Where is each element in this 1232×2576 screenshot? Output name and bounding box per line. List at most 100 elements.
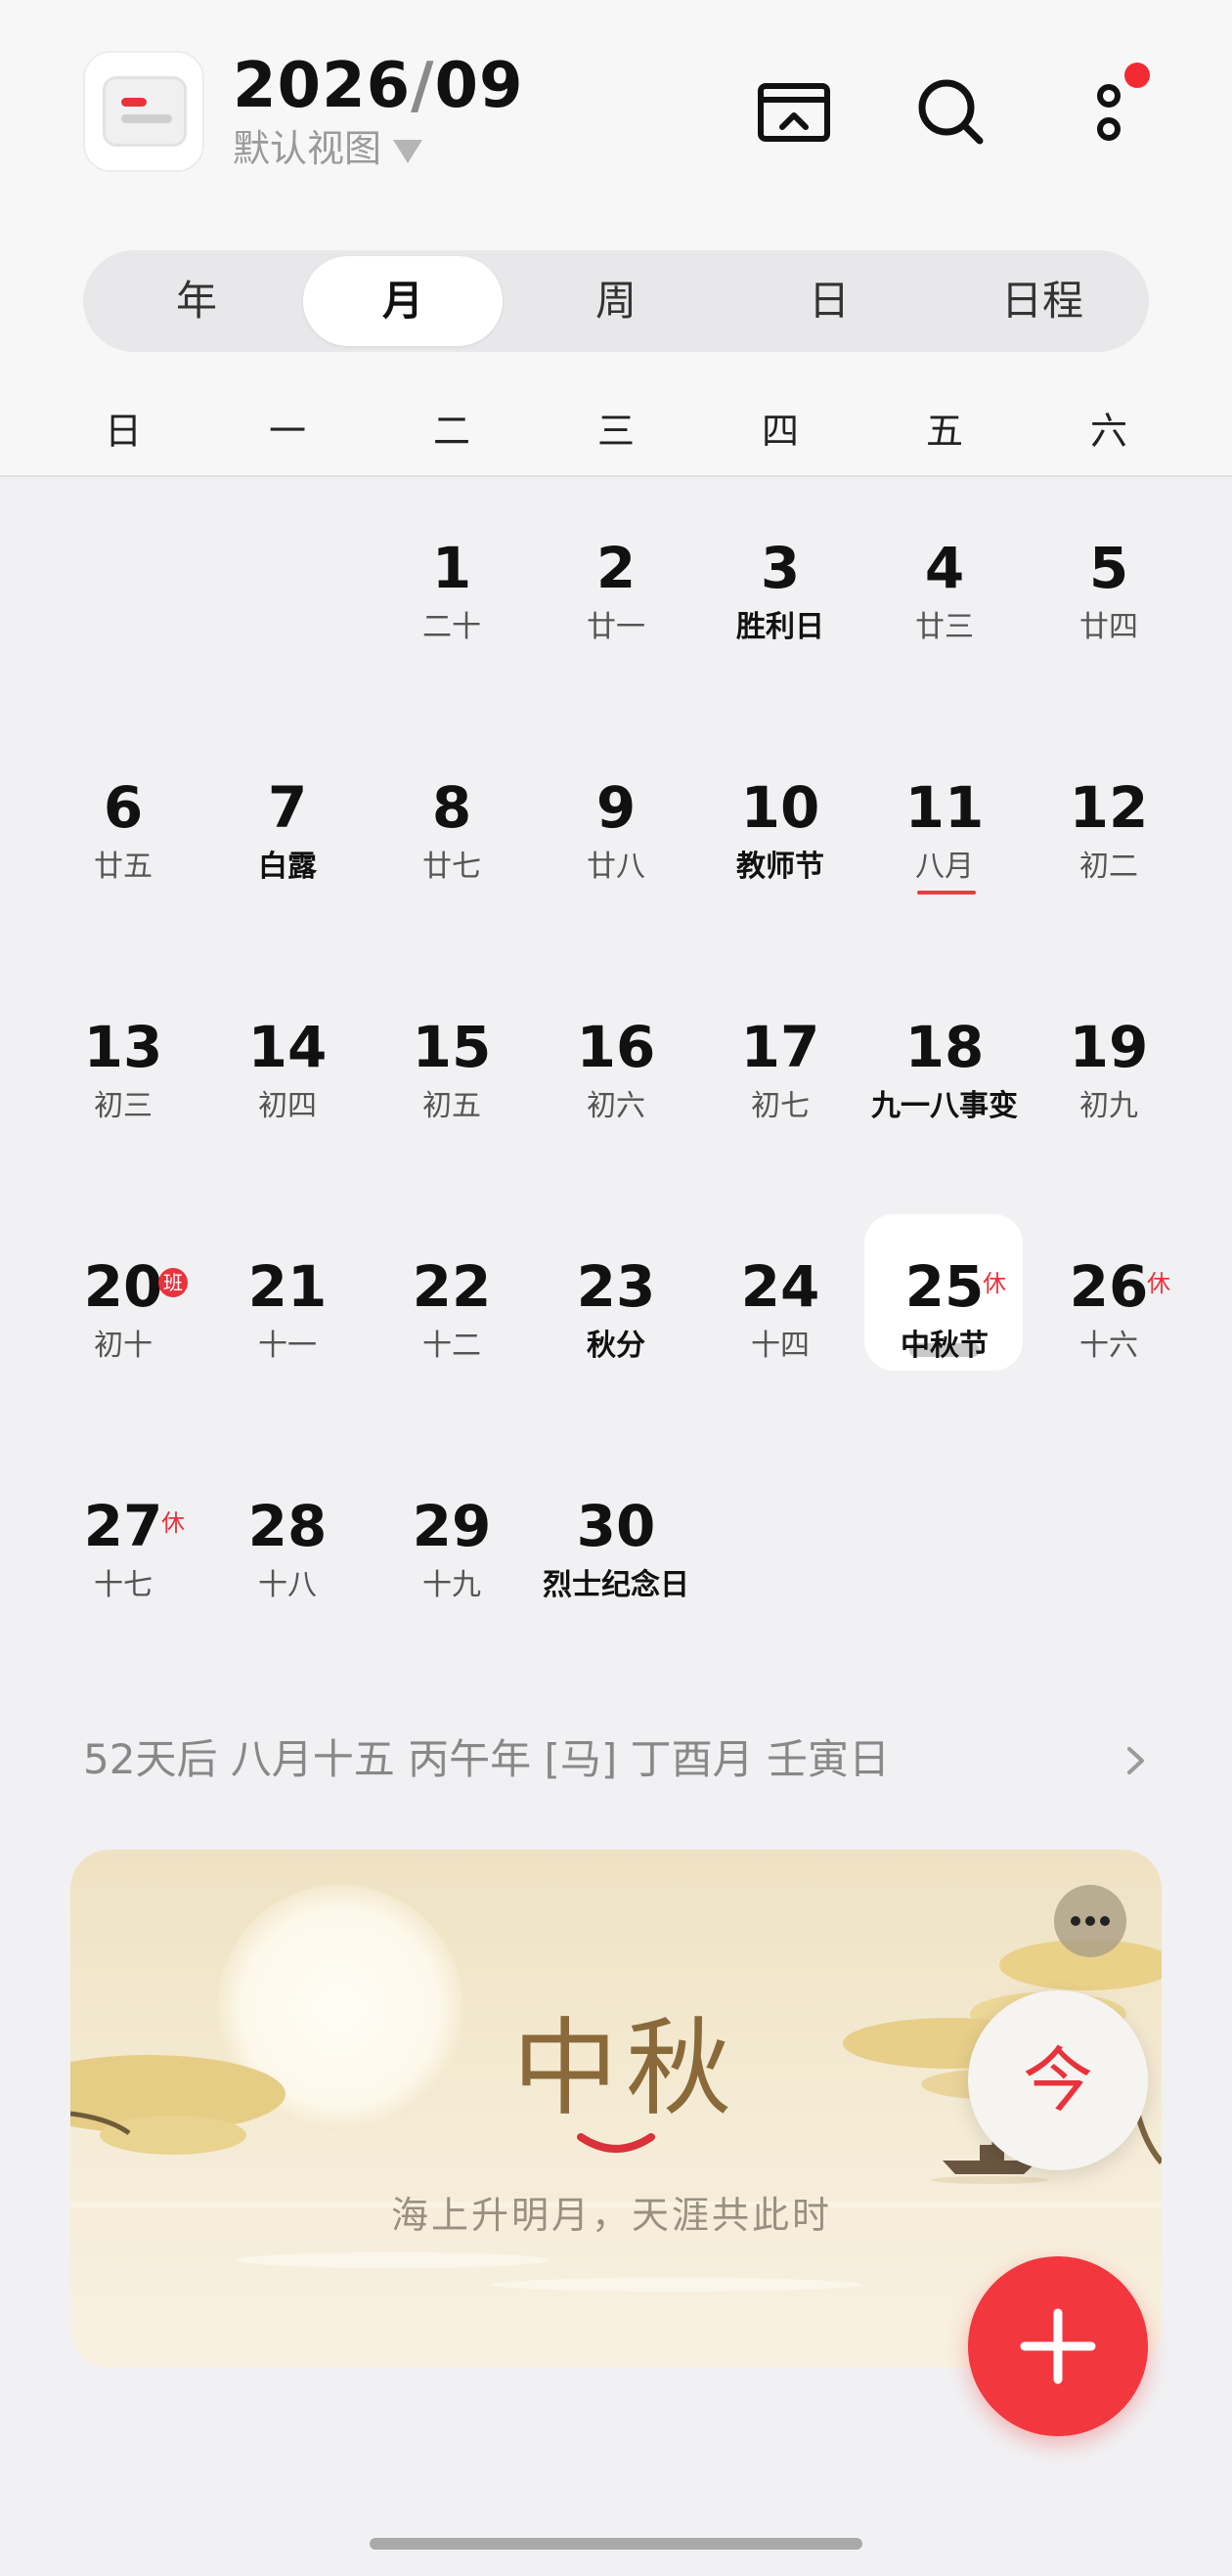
lunar-date: 十一 bbox=[258, 1329, 317, 1363]
lunar-date: 廿四 bbox=[1079, 610, 1138, 644]
rest-day-badge: 休 bbox=[161, 1509, 185, 1537]
day-cell[interactable]: 16 初六 bbox=[534, 974, 698, 1169]
day-cell[interactable]: 11 八月 bbox=[862, 734, 1027, 930]
lunar-date: 初九 bbox=[1079, 1089, 1138, 1123]
lunar-date: 初四 bbox=[258, 1089, 317, 1123]
lunar-date: 十七 bbox=[94, 1568, 153, 1602]
day-cell[interactable]: 2 廿一 bbox=[534, 495, 698, 690]
day-number: 7 bbox=[267, 774, 308, 841]
day-number: 2 bbox=[595, 535, 637, 601]
day-number: 21 bbox=[247, 1253, 328, 1320]
day-cell[interactable]: 10 教师节 bbox=[698, 734, 862, 930]
view-selector-label: 默认视图 bbox=[233, 127, 382, 170]
day-cell[interactable]: 20 初十班 bbox=[41, 1213, 205, 1409]
lunar-date: 廿五 bbox=[94, 850, 153, 884]
day-number: 13 bbox=[83, 1014, 163, 1080]
lunar-date: 廿三 bbox=[915, 610, 974, 644]
day-number: 8 bbox=[431, 774, 472, 841]
festival-label: 白露 bbox=[258, 850, 317, 884]
day-cell[interactable]: 29 十九 bbox=[370, 1453, 534, 1648]
day-cell[interactable]: 28 十八 bbox=[205, 1453, 370, 1648]
day-cell[interactable]: 1 二十 bbox=[370, 495, 534, 690]
app-logo-card bbox=[103, 76, 187, 147]
day-number: 30 bbox=[576, 1493, 656, 1559]
day-cell[interactable]: 14 初四 bbox=[205, 974, 370, 1169]
day-cell[interactable]: 5 廿四 bbox=[1027, 495, 1191, 690]
header-divider bbox=[0, 475, 1232, 477]
month-title[interactable]: 2026/09 bbox=[233, 47, 524, 125]
day-cell[interactable]: 3 胜利日 bbox=[698, 495, 862, 690]
app-logo-red-bar bbox=[121, 98, 147, 107]
day-number: 6 bbox=[103, 774, 144, 841]
lunar-date: 十六 bbox=[1079, 1329, 1138, 1363]
day-number: 3 bbox=[760, 535, 801, 601]
day-cell[interactable]: 6 廿五 bbox=[41, 734, 205, 930]
chevron-right-icon[interactable] bbox=[1124, 1744, 1148, 1777]
day-number: 16 bbox=[576, 1014, 656, 1080]
weekday-sat: 六 bbox=[1089, 410, 1127, 453]
festival-poem: 海上升明月，天涯共此时 bbox=[391, 2194, 833, 2237]
day-cell[interactable]: 22 十二 bbox=[370, 1213, 534, 1409]
tab-month[interactable]: 月 bbox=[303, 256, 503, 346]
home-indicator[interactable] bbox=[370, 2538, 862, 2550]
month-start-underline bbox=[917, 891, 976, 895]
day-cell[interactable]: 15 初五 bbox=[370, 974, 534, 1169]
lunar-info-line[interactable]: 52天后 八月十五 丙午年 [马] 丁酉月 壬寅日 bbox=[83, 1732, 890, 1787]
day-cell[interactable]: 30 烈士纪念日 bbox=[534, 1453, 698, 1648]
day-cell[interactable]: 23 秋分 bbox=[534, 1213, 698, 1409]
more-horizontal-icon[interactable] bbox=[1054, 1885, 1126, 1957]
weekday-fri: 五 bbox=[925, 410, 963, 453]
day-number: 12 bbox=[1069, 774, 1149, 841]
festival-smile-mark bbox=[577, 2133, 655, 2153]
today-button[interactable]: 今 bbox=[968, 1990, 1148, 2170]
day-cell[interactable]: 7 白露 bbox=[205, 734, 370, 930]
day-number: 23 bbox=[576, 1253, 656, 1320]
rest-day-badge: 休 bbox=[1147, 1270, 1170, 1297]
tab-day[interactable]: 日 bbox=[729, 256, 929, 346]
month-text: 09 bbox=[434, 50, 524, 122]
weekday-tue: 二 bbox=[432, 410, 470, 453]
search-icon[interactable] bbox=[909, 70, 991, 153]
calendar-archive-icon[interactable] bbox=[753, 70, 835, 153]
rest-day-badge: 休 bbox=[983, 1270, 1006, 1297]
lunar-date: 初十 bbox=[94, 1329, 153, 1363]
day-cell[interactable]: 8 廿七 bbox=[370, 734, 534, 930]
add-event-button[interactable] bbox=[968, 2256, 1148, 2436]
lunar-date: 八月 bbox=[915, 850, 974, 884]
app-logo[interactable] bbox=[83, 51, 204, 172]
day-cell[interactable]: 4 廿三 bbox=[862, 495, 1027, 690]
day-cell[interactable]: 27 十七休 bbox=[41, 1453, 205, 1648]
tab-schedule[interactable]: 日程 bbox=[943, 256, 1142, 346]
day-cell[interactable]: 12 初二 bbox=[1027, 734, 1191, 930]
day-number: 24 bbox=[740, 1253, 820, 1320]
lunar-date: 廿七 bbox=[422, 850, 481, 884]
day-cell[interactable]: 26 十六休 bbox=[1027, 1213, 1191, 1409]
day-number: 18 bbox=[904, 1014, 985, 1080]
festival-label: 胜利日 bbox=[736, 610, 824, 644]
day-cell[interactable]: 17 初七 bbox=[698, 974, 862, 1169]
lunar-date: 初三 bbox=[94, 1089, 153, 1123]
lunar-date: 廿八 bbox=[587, 850, 645, 884]
day-cell[interactable]: 25 中秋节休 bbox=[862, 1213, 1027, 1409]
weekday-wed: 三 bbox=[596, 410, 635, 453]
tab-week[interactable]: 周 bbox=[516, 256, 716, 346]
day-cell[interactable]: 13 初三 bbox=[41, 974, 205, 1169]
view-selector[interactable]: 默认视图 bbox=[233, 123, 423, 174]
day-cell[interactable]: 18 九一八事变 bbox=[862, 974, 1027, 1169]
day-number: 19 bbox=[1069, 1014, 1149, 1080]
lunar-date: 十四 bbox=[751, 1329, 810, 1363]
lunar-date: 十九 bbox=[422, 1568, 481, 1602]
tab-year[interactable]: 年 bbox=[97, 256, 296, 346]
day-cell[interactable]: 9 廿八 bbox=[534, 734, 698, 930]
day-number: 22 bbox=[412, 1253, 492, 1320]
lunar-date: 初七 bbox=[751, 1089, 810, 1123]
day-cell[interactable]: 21 十一 bbox=[205, 1213, 370, 1409]
dropdown-triangle-icon bbox=[393, 139, 423, 163]
day-cell[interactable]: 19 初九 bbox=[1027, 974, 1191, 1169]
weekday-thu: 四 bbox=[761, 410, 799, 453]
day-cell[interactable]: 24 十四 bbox=[698, 1213, 862, 1409]
work-day-badge: 班 bbox=[158, 1268, 188, 1297]
year-text: 2026 bbox=[233, 50, 412, 122]
festival-label: 中秋节 bbox=[901, 1329, 989, 1363]
weekday-sun: 日 bbox=[104, 410, 142, 453]
